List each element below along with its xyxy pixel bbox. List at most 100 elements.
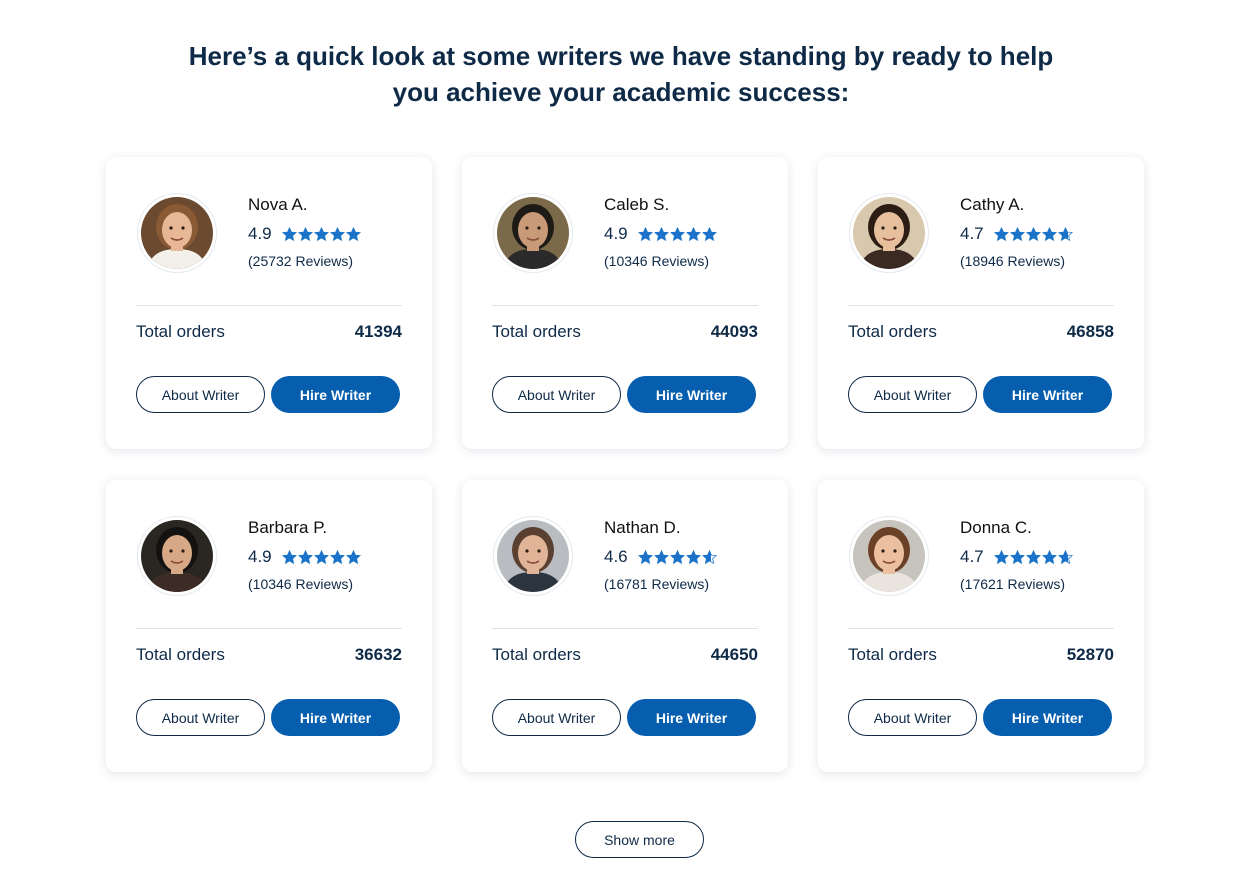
- section-heading-line-2: you achieve your academic success:: [392, 77, 850, 107]
- avatar-photo: [141, 197, 213, 269]
- about-writer-button[interactable]: About Writer: [136, 699, 265, 736]
- star-rating: [637, 549, 717, 565]
- writer-name[interactable]: Caleb S.: [604, 195, 669, 215]
- portrait-face: [162, 535, 192, 571]
- about-writer-button[interactable]: About Writer: [492, 376, 621, 413]
- avatar[interactable]: [493, 193, 573, 273]
- total-orders-label: Total orders: [492, 322, 581, 341]
- avatar[interactable]: [849, 516, 929, 596]
- star-icon: [993, 549, 1009, 564]
- avatar-photo: [141, 520, 213, 592]
- star-icon: [329, 226, 345, 241]
- review-count: (18946 Reviews): [960, 253, 1066, 269]
- star-icon: [281, 549, 297, 564]
- section-heading-line-1: Here’s a quick look at some writers we h…: [188, 41, 1054, 71]
- writer-name[interactable]: Barbara P.: [248, 518, 327, 538]
- avatar-photo: [853, 520, 925, 592]
- avatar-photo: [497, 520, 569, 592]
- writer-grid: Nova A. 4.9 (25732 Reviews) Total orders…: [106, 157, 1144, 772]
- writer-card-3: Cathy A. 4.7 (18946 Reviews) Total order…: [818, 157, 1144, 449]
- star-icon: [329, 549, 345, 564]
- portrait-eye: [181, 549, 185, 553]
- rating-row: 4.9: [604, 223, 717, 245]
- card-divider: [492, 628, 758, 629]
- review-count: (16781 Reviews): [604, 576, 710, 592]
- star-icon: [297, 549, 313, 564]
- rating-value: 4.9: [604, 224, 628, 243]
- avatar-photo: [853, 197, 925, 269]
- card-divider: [848, 305, 1114, 306]
- writer-card-2: Caleb S. 4.9 (10346 Reviews) Total order…: [462, 157, 788, 449]
- review-count: (10346 Reviews): [248, 576, 354, 592]
- portrait-face: [518, 535, 548, 571]
- about-writer-button[interactable]: About Writer: [848, 376, 977, 413]
- person-portrait-icon: [853, 520, 925, 592]
- portrait-eye: [893, 549, 897, 553]
- star-icon: [313, 549, 329, 564]
- portrait-eye: [537, 226, 541, 230]
- writer-card-1: Nova A. 4.9 (25732 Reviews) Total orders…: [106, 157, 432, 449]
- hire-writer-button[interactable]: Hire Writer: [271, 376, 400, 413]
- star-icon: [1041, 549, 1057, 564]
- star-icon: [669, 549, 685, 564]
- star-icon: [701, 226, 717, 241]
- star-rating: [637, 226, 717, 242]
- review-count: (25732 Reviews): [248, 253, 354, 269]
- star-icon: [685, 549, 701, 564]
- hire-writer-button[interactable]: Hire Writer: [627, 376, 756, 413]
- avatar[interactable]: [493, 516, 573, 596]
- rating-row: 4.6: [604, 546, 717, 568]
- about-writer-button[interactable]: About Writer: [136, 376, 265, 413]
- portrait-eye: [537, 549, 541, 553]
- star-icon: [637, 549, 653, 564]
- total-orders-value: 36632: [354, 645, 402, 664]
- card-divider: [848, 628, 1114, 629]
- portrait-eye: [525, 226, 529, 230]
- total-orders-label: Total orders: [136, 645, 225, 664]
- total-orders-value: 46858: [1066, 322, 1114, 341]
- card-divider: [492, 305, 758, 306]
- writer-card-4: Barbara P. 4.9 (10346 Reviews) Total ord…: [106, 480, 432, 772]
- star-icon: [1057, 549, 1073, 564]
- rating-value: 4.6: [604, 547, 628, 566]
- portrait-face: [518, 212, 548, 248]
- avatar[interactable]: [137, 516, 217, 596]
- review-count: (17621 Reviews): [960, 576, 1066, 592]
- rating-value: 4.7: [960, 224, 984, 243]
- hire-writer-button[interactable]: Hire Writer: [271, 699, 400, 736]
- rating-row: 4.9: [248, 223, 361, 245]
- writer-name[interactable]: Nova A.: [248, 195, 308, 215]
- avatar[interactable]: [849, 193, 929, 273]
- rating-value: 4.9: [248, 547, 272, 566]
- avatar-photo: [497, 197, 569, 269]
- writer-name[interactable]: Donna C.: [960, 518, 1032, 538]
- star-icon: [653, 549, 669, 564]
- hire-writer-button[interactable]: Hire Writer: [627, 699, 756, 736]
- total-orders-value: 44650: [710, 645, 758, 664]
- star-rating: [281, 226, 361, 242]
- total-orders-value: 41394: [354, 322, 402, 341]
- star-icon: [313, 226, 329, 241]
- card-divider: [136, 628, 402, 629]
- hire-writer-button[interactable]: Hire Writer: [983, 699, 1112, 736]
- hire-writer-button[interactable]: Hire Writer: [983, 376, 1112, 413]
- portrait-face: [874, 535, 904, 571]
- star-icon: [1009, 549, 1025, 564]
- portrait-eye: [881, 549, 885, 553]
- rating-value: 4.7: [960, 547, 984, 566]
- star-icon: [281, 226, 297, 241]
- star-icon: [1041, 226, 1057, 241]
- rating-row: 4.7: [960, 223, 1073, 245]
- show-more-button[interactable]: Show more: [575, 821, 704, 858]
- rating-value: 4.9: [248, 224, 272, 243]
- about-writer-button[interactable]: About Writer: [492, 699, 621, 736]
- writer-name[interactable]: Nathan D.: [604, 518, 681, 538]
- star-rating: [993, 226, 1073, 242]
- person-portrait-icon: [497, 197, 569, 269]
- star-icon: [1057, 226, 1073, 241]
- portrait-eye: [169, 226, 173, 230]
- avatar[interactable]: [137, 193, 217, 273]
- about-writer-button[interactable]: About Writer: [848, 699, 977, 736]
- writer-name[interactable]: Cathy A.: [960, 195, 1024, 215]
- person-portrait-icon: [497, 520, 569, 592]
